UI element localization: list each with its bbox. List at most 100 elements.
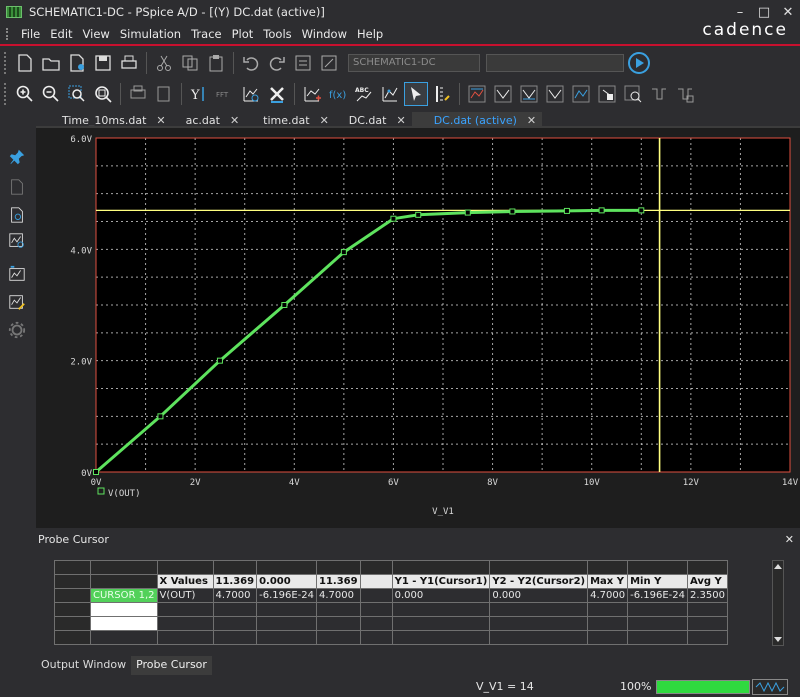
cursor-prev-transition-icon[interactable] bbox=[647, 82, 671, 106]
table-cell[interactable] bbox=[90, 616, 158, 631]
menu-tools[interactable]: Tools bbox=[258, 27, 296, 41]
tab-close-icon[interactable]: ✕ bbox=[396, 114, 405, 127]
pin-icon[interactable] bbox=[6, 146, 28, 168]
simulation-profile-icon[interactable] bbox=[291, 51, 315, 75]
print-icon[interactable] bbox=[117, 51, 141, 75]
value-cell: 2.3500 bbox=[687, 588, 728, 603]
menu-help[interactable]: Help bbox=[352, 27, 388, 41]
cursor-peak-icon[interactable] bbox=[378, 82, 402, 106]
cursor-point-icon[interactable] bbox=[569, 82, 593, 106]
gear-icon[interactable] bbox=[6, 319, 28, 341]
trace-name-cell[interactable]: V(OUT) bbox=[156, 588, 214, 603]
redo-icon[interactable] bbox=[265, 51, 289, 75]
menu-file[interactable]: File bbox=[16, 27, 45, 41]
tab-close-icon[interactable]: ✕ bbox=[527, 114, 536, 127]
table-row[interactable]: CURSOR 1,2 V(OUT) 4.7000 -6.196E-24 4.70… bbox=[54, 588, 728, 603]
menu-simulation[interactable]: Simulation bbox=[115, 27, 186, 41]
tab-close-icon[interactable]: ✕ bbox=[230, 114, 239, 127]
zoom-in-icon[interactable] bbox=[13, 82, 37, 106]
panel-close-icon[interactable]: ✕ bbox=[785, 533, 794, 546]
secondary-combo[interactable] bbox=[486, 54, 624, 72]
new-folder-icon[interactable] bbox=[65, 51, 89, 75]
document-icon[interactable] bbox=[6, 176, 28, 198]
add-plot-icon[interactable] bbox=[300, 82, 324, 106]
zoom-area-icon[interactable] bbox=[65, 82, 89, 106]
performance-icon[interactable]: Y bbox=[187, 82, 211, 106]
run-icon[interactable] bbox=[628, 52, 650, 74]
plot-window[interactable]: 0V 2V 4V 6V 8V 10V 12V 14V 0V 2.0V 4.0V 6.0V V(OUT)… bbox=[36, 128, 800, 528]
scroll-up-icon[interactable] bbox=[774, 564, 782, 569]
waveform-settings-icon[interactable] bbox=[6, 263, 28, 285]
legend-label[interactable]: V(OUT) bbox=[108, 489, 141, 499]
table-row[interactable] bbox=[54, 630, 728, 645]
waveform-search-icon[interactable] bbox=[6, 230, 28, 252]
paste-icon[interactable] bbox=[204, 51, 228, 75]
eval-measurement-icon[interactable] bbox=[239, 82, 263, 106]
tab-close-icon[interactable]: ✕ bbox=[156, 114, 165, 127]
row-header-cell[interactable] bbox=[54, 602, 91, 617]
svg-text:FFT: FFT bbox=[216, 91, 229, 99]
log-x-icon[interactable] bbox=[152, 82, 176, 106]
add-trace-icon[interactable] bbox=[265, 82, 289, 106]
toggle-cursor-icon[interactable] bbox=[430, 82, 454, 106]
toolbar-separator bbox=[120, 83, 121, 105]
menu-window[interactable]: Window bbox=[297, 27, 352, 41]
waveform-status-icon[interactable] bbox=[752, 679, 788, 695]
row-header-cell[interactable] bbox=[54, 574, 91, 589]
tab-close-icon[interactable]: ✕ bbox=[320, 114, 329, 127]
table-cell bbox=[627, 560, 688, 575]
cursor-min-icon[interactable] bbox=[517, 82, 541, 106]
cursor-max-icon[interactable] bbox=[543, 82, 567, 106]
menu-edit[interactable]: Edit bbox=[45, 27, 77, 41]
undo-icon[interactable] bbox=[239, 51, 263, 75]
tab-output-window[interactable]: Output Window bbox=[36, 656, 132, 675]
table-cell bbox=[256, 560, 317, 575]
table-cell[interactable] bbox=[90, 630, 158, 645]
mark-data-icon[interactable]: ABC bbox=[352, 82, 376, 106]
new-icon[interactable] bbox=[13, 51, 37, 75]
table-cell bbox=[156, 630, 214, 645]
table-cell bbox=[587, 560, 629, 575]
table-row[interactable] bbox=[54, 602, 728, 617]
cursor-slope-icon[interactable] bbox=[491, 82, 515, 106]
cursor-label-cell[interactable]: CURSOR 1,2 bbox=[90, 588, 158, 603]
zoom-fit-icon[interactable] bbox=[91, 82, 115, 106]
toolbar-grip[interactable] bbox=[4, 83, 8, 105]
save-icon[interactable] bbox=[91, 51, 115, 75]
waveform-edit-icon[interactable] bbox=[6, 291, 28, 313]
copy-plot-icon[interactable] bbox=[126, 82, 150, 106]
toolbar-separator bbox=[233, 52, 234, 74]
probe-plot[interactable]: 0V 2V 4V 6V 8V 10V 12V 14V 0V 2.0V 4.0V 6.0V V(OUT)… bbox=[36, 128, 800, 528]
open-icon[interactable] bbox=[39, 51, 63, 75]
row-header-cell[interactable] bbox=[54, 616, 91, 631]
row-header-cell[interactable] bbox=[54, 630, 91, 645]
cursor-table: X Values 11.369 0.000 11.369 Y1 - Y1(Cur… bbox=[54, 560, 728, 645]
table-row[interactable] bbox=[54, 616, 728, 631]
document-search-icon[interactable] bbox=[6, 204, 28, 226]
fft-icon[interactable]: FFT bbox=[213, 82, 237, 106]
row-header-cell[interactable] bbox=[54, 588, 91, 603]
menu-view[interactable]: View bbox=[78, 27, 115, 41]
cursor-trough-icon[interactable] bbox=[465, 82, 489, 106]
menu-grip[interactable] bbox=[6, 28, 10, 40]
toolbar-grip[interactable] bbox=[4, 52, 8, 74]
menu-plot[interactable]: Plot bbox=[227, 27, 259, 41]
cut-icon[interactable] bbox=[152, 51, 176, 75]
cursor-next-transition-icon[interactable] bbox=[621, 82, 645, 106]
mark-label-icon[interactable] bbox=[673, 82, 697, 106]
menu-trace[interactable]: Trace bbox=[186, 27, 227, 41]
data-point-marker bbox=[340, 249, 347, 256]
profile-combo[interactable]: SCHEMATIC1-DC bbox=[348, 54, 480, 72]
table-cell[interactable] bbox=[90, 602, 158, 617]
copy-icon[interactable] bbox=[178, 51, 202, 75]
text-label-icon[interactable]: f(x) bbox=[326, 82, 350, 106]
select-icon[interactable] bbox=[404, 82, 428, 106]
scroll-down-icon[interactable] bbox=[774, 637, 782, 642]
table-scrollbar[interactable] bbox=[772, 560, 784, 646]
row-header-cell[interactable] bbox=[54, 560, 91, 575]
edit-profile-icon[interactable] bbox=[317, 51, 341, 75]
data-point-marker bbox=[464, 209, 471, 216]
cursor-search-icon[interactable] bbox=[595, 82, 619, 106]
tab-probe-cursor[interactable]: Probe Cursor bbox=[131, 656, 212, 675]
zoom-out-icon[interactable] bbox=[39, 82, 63, 106]
